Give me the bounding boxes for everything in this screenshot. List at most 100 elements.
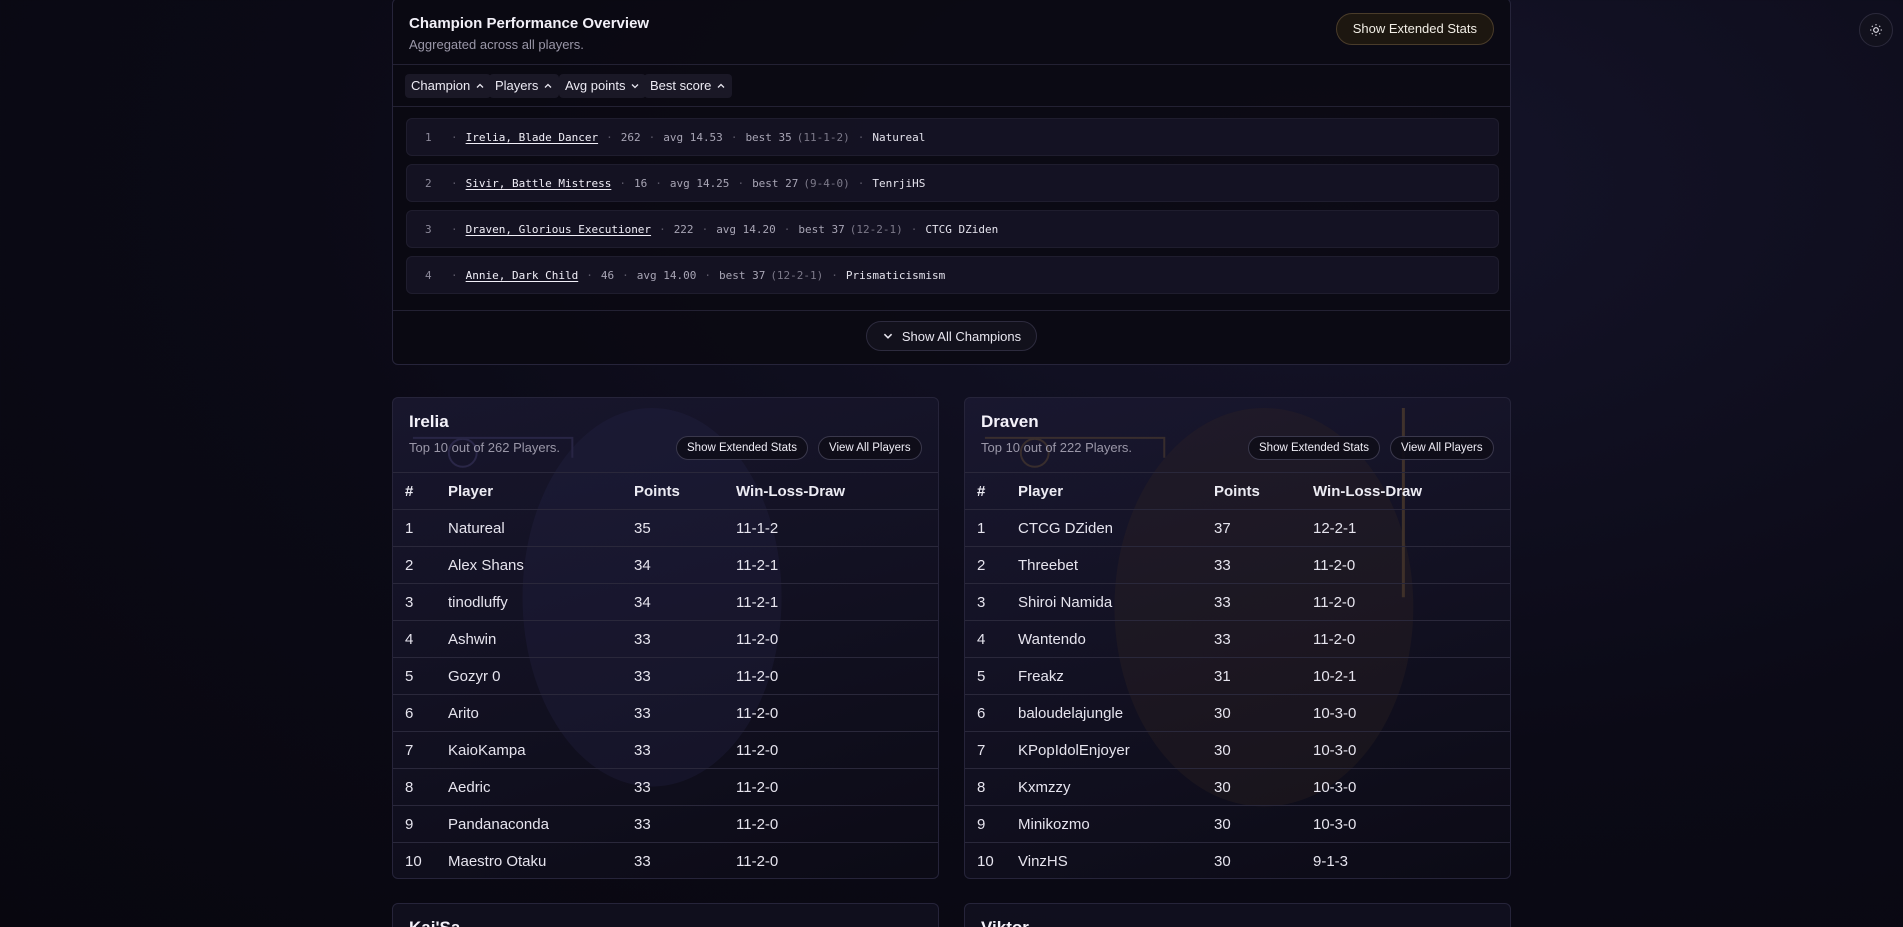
table-row: 4 Ashwin 33 11-2-0 <box>393 620 938 658</box>
cell-points: 30 <box>1214 768 1313 806</box>
cell-rank: 3 <box>393 583 448 621</box>
sort-avg-points-button[interactable]: Avg points <box>559 74 647 98</box>
table-row: 8 Kxmzzy 30 10-3-0 <box>965 768 1510 806</box>
col-header-points: Points <box>634 472 736 510</box>
view-all-players-button[interactable]: View All Players <box>818 436 922 460</box>
champion-card-kaisa: Kai'Sa <box>392 903 939 927</box>
cell-record: 12-2-1 <box>1313 509 1510 547</box>
table-row: 1 CTCG DZiden 37 12-2-1 <box>965 509 1510 547</box>
champion-link[interactable]: Draven, Glorious Executioner <box>466 223 651 236</box>
cell-record: 11-2-0 <box>736 694 938 732</box>
view-all-players-button[interactable]: View All Players <box>1390 436 1494 460</box>
table-row: 5 Freakz 31 10-2-1 <box>965 657 1510 695</box>
cell-player: Kxmzzy <box>1018 768 1214 806</box>
cell-rank: 8 <box>393 768 448 806</box>
champion-avg: avg 14.00 <box>636 268 697 282</box>
sort-players-button[interactable]: Players <box>489 74 560 98</box>
cell-record: 11-2-0 <box>736 620 938 658</box>
cell-player: Aedric <box>448 768 634 806</box>
show-extended-stats-button[interactable]: Show Extended Stats <box>1248 436 1380 460</box>
table-header-row: # Player Points Win-Loss-Draw <box>965 472 1510 510</box>
sort-best-score-button[interactable]: Best score <box>644 74 733 98</box>
sort-champion-button[interactable]: Champion <box>405 74 492 98</box>
cell-points: 34 <box>634 583 736 621</box>
champion-best-record: (12-2-1) <box>849 222 903 236</box>
cell-points: 33 <box>1214 620 1313 658</box>
champion-row: 4 · Annie, Dark Child · 46 · avg 14.00 ·… <box>406 256 1499 294</box>
champion-card-irelia: Irelia Top 10 out of 262 Players. Show E… <box>392 397 939 879</box>
champion-row: 2 · Sivir, Battle Mistress · 16 · avg 14… <box>406 164 1499 202</box>
cell-record: 11-2-0 <box>1313 620 1510 658</box>
champion-card-draven: Draven Top 10 out of 222 Players. Show E… <box>964 397 1511 879</box>
theme-toggle-button[interactable] <box>1859 13 1893 47</box>
champion-best-player: CTCG DZiden <box>925 222 999 236</box>
champion-row: 1 · Irelia, Blade Dancer · 262 · avg 14.… <box>406 118 1499 156</box>
cell-points: 30 <box>1214 694 1313 732</box>
cell-rank: 1 <box>965 509 1018 547</box>
cell-record: 11-2-1 <box>736 546 938 584</box>
cell-rank: 10 <box>965 842 1018 878</box>
show-extended-stats-button[interactable]: Show Extended Stats <box>676 436 808 460</box>
cell-player: Pandanaconda <box>448 805 634 843</box>
cell-rank: 6 <box>965 694 1018 732</box>
cell-rank: 9 <box>965 805 1018 843</box>
overview-title: Champion Performance Overview <box>409 15 650 32</box>
table-header-row: # Player Points Win-Loss-Draw <box>393 472 938 510</box>
champion-player-count: 46 <box>600 268 615 282</box>
table-row: 3 Shiroi Namida 33 11-2-0 <box>965 583 1510 621</box>
cell-points: 33 <box>634 768 736 806</box>
cell-player: tinodluffy <box>448 583 634 621</box>
cell-points: 33 <box>634 805 736 843</box>
cell-points: 33 <box>1214 546 1313 584</box>
cell-rank: 7 <box>965 731 1018 769</box>
leaderboard-table: # Player Points Win-Loss-Draw 1 CTCG DZid… <box>965 472 1510 878</box>
cell-rank: 1 <box>393 509 448 547</box>
cell-points: 33 <box>1214 583 1313 621</box>
table-row: 9 Minikozmo 30 10-3-0 <box>965 805 1510 843</box>
table-row: 5 Gozyr 0 33 11-2-0 <box>393 657 938 695</box>
col-header-rank: # <box>965 472 1018 510</box>
table-row: 6 Arito 33 11-2-0 <box>393 694 938 732</box>
table-row: 7 KPopIdolEnjoyer 30 10-3-0 <box>965 731 1510 769</box>
card-title: Kai'Sa <box>409 918 460 927</box>
champion-rank: 4 <box>425 268 432 282</box>
cell-player: Minikozmo <box>1018 805 1214 843</box>
show-extended-stats-button[interactable]: Show Extended Stats <box>1335 13 1494 45</box>
cell-rank: 5 <box>393 657 448 695</box>
cell-player: KPopIdolEnjoyer <box>1018 731 1214 769</box>
sort-bar: Champion Players Avg points Best score <box>393 65 1510 107</box>
champion-avg: avg 14.20 <box>716 222 776 236</box>
sort-best-score-label: Best score <box>650 78 712 93</box>
cell-player: Threebet <box>1018 546 1214 584</box>
table-row: 2 Alex Shans 34 11-2-1 <box>393 546 938 584</box>
sort-players-label: Players <box>495 78 539 93</box>
cell-record: 10-3-0 <box>1313 694 1510 732</box>
cell-points: 30 <box>1214 731 1313 769</box>
show-all-champions-button[interactable]: Show All Champions <box>866 321 1037 351</box>
cell-points: 31 <box>1214 657 1313 695</box>
overview-subtitle: Aggregated across all players. <box>409 37 584 52</box>
col-header-record: Win-Loss-Draw <box>736 472 938 510</box>
champion-link[interactable]: Irelia, Blade Dancer <box>466 131 598 144</box>
cell-record: 9-1-3 <box>1313 842 1510 878</box>
cell-points: 33 <box>634 731 736 769</box>
champion-best-player: TenrjiHS <box>872 176 926 190</box>
cell-points: 30 <box>1214 842 1313 878</box>
champion-best-record: (9-4-0) <box>803 176 850 190</box>
col-header-player: Player <box>1018 472 1214 510</box>
card-title: Draven <box>981 412 1039 431</box>
card-title: Viktor <box>981 918 1029 927</box>
champion-link[interactable]: Annie, Dark Child <box>466 269 579 282</box>
champion-best: best 35 <box>745 130 792 144</box>
cell-record: 11-2-0 <box>736 805 938 843</box>
cell-points: 33 <box>634 620 736 658</box>
cell-record: 11-2-0 <box>736 731 938 769</box>
cell-points: 33 <box>634 694 736 732</box>
champion-rank: 1 <box>425 130 432 144</box>
champion-link[interactable]: Sivir, Battle Mistress <box>466 177 612 190</box>
champion-best-player: Prismaticismism <box>845 268 946 282</box>
champion-player-count: 16 <box>633 176 648 190</box>
cell-player: Maestro Otaku <box>448 842 634 878</box>
champion-best: best 37 <box>718 268 766 282</box>
cell-player: Freakz <box>1018 657 1214 695</box>
